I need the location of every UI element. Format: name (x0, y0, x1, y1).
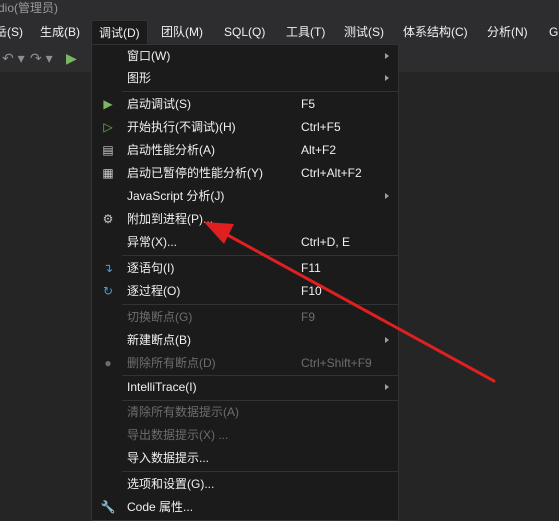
annotation-arrow-icon (204, 222, 496, 383)
